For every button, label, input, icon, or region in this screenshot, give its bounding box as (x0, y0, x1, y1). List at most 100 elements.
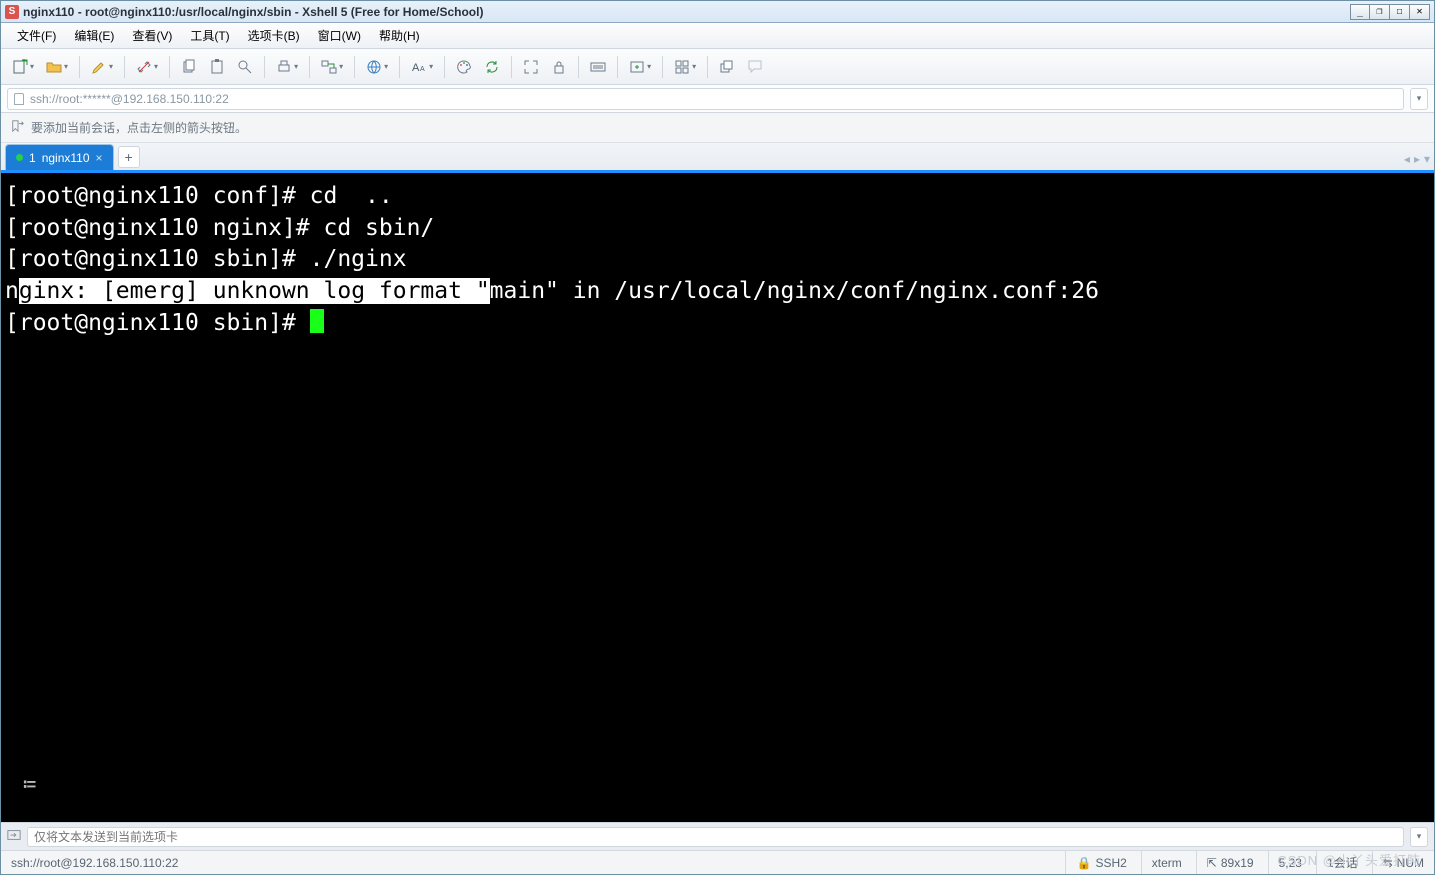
menu-view[interactable]: 查看(V) (124, 24, 180, 47)
status-protocol: 🔒 SSH2 (1065, 851, 1126, 874)
svg-text:A: A (420, 66, 425, 73)
toolbar-separator (707, 56, 708, 78)
new-session-button[interactable]: ▾ (7, 54, 39, 80)
close-button[interactable]: ✕ (1410, 4, 1430, 20)
add-tab-icon (629, 59, 645, 75)
terminal-cursor (310, 309, 324, 333)
palette-button[interactable] (451, 54, 477, 80)
status-cursor-pos: 5,23 (1268, 851, 1302, 874)
caps-icon: ⇆ (1383, 856, 1393, 870)
tab-nav: ◂ ▸ ▾ (1404, 152, 1430, 170)
toolbar-separator (264, 56, 265, 78)
window-title: nginx110 - root@nginx110:/usr/local/ngin… (23, 5, 1346, 19)
transfer-button[interactable]: ▾ (316, 54, 348, 80)
highlight-icon (91, 59, 107, 75)
tab-index: 1 (29, 151, 36, 165)
address-url: ssh://root:******@192.168.150.110:22 (30, 92, 229, 106)
transfer-icon (321, 59, 337, 75)
disconnect-button[interactable]: ▾ (131, 54, 163, 80)
tab-add-button[interactable]: + (118, 146, 140, 168)
status-bar: ssh://root@192.168.150.110:22 🔒 SSH2 xte… (1, 850, 1434, 874)
font-size-icon: AA (411, 59, 427, 75)
menu-tabs[interactable]: 选项卡(B) (240, 24, 308, 47)
terminal-line: [root@nginx110 sbin]# ./nginx (5, 244, 1430, 276)
highlight-button[interactable]: ▾ (86, 54, 118, 80)
tab-list-button[interactable]: ▾ (1424, 152, 1430, 166)
refresh-button[interactable] (479, 54, 505, 80)
fullscreen-icon (523, 59, 539, 75)
globe-button[interactable]: ▾ (361, 54, 393, 80)
lock-button[interactable] (546, 54, 572, 80)
lock-small-icon (14, 93, 24, 105)
terminal-list-icon: ≔ (23, 770, 38, 800)
keyboard-button[interactable] (585, 54, 611, 80)
open-button[interactable]: ▾ (41, 54, 73, 80)
maximize-button[interactable]: ☐ (1390, 4, 1410, 20)
status-term-size: ⇱ 89x19 (1196, 851, 1254, 874)
tab-status-dot-icon (16, 154, 23, 161)
ssh-lock-icon: 🔒 (1076, 856, 1091, 870)
cascade-icon (719, 59, 735, 75)
toolbar-separator (511, 56, 512, 78)
find-button[interactable] (232, 54, 258, 80)
menu-bar: 文件(F) 编辑(E) 查看(V) 工具(T) 选项卡(B) 窗口(W) 帮助(… (1, 23, 1434, 49)
add-tab-button[interactable]: ▾ (624, 54, 656, 80)
send-command-icon[interactable] (7, 828, 21, 845)
folder-open-icon (46, 59, 62, 75)
hint-bar: 要添加当前会话，点击左侧的箭头按钮。 (1, 113, 1434, 143)
menu-edit[interactable]: 编辑(E) (66, 24, 122, 47)
print-button[interactable]: ▾ (271, 54, 303, 80)
terminal-area[interactable]: [root@nginx110 conf]# cd ..[root@nginx11… (1, 173, 1434, 822)
paste-button[interactable] (204, 54, 230, 80)
tab-label: nginx110 (42, 151, 90, 165)
help-tip-icon (747, 59, 763, 75)
new-session-icon (12, 59, 28, 75)
minimize-button[interactable]: _ (1350, 4, 1370, 20)
toolbar-separator (399, 56, 400, 78)
status-caps: ⇆ NUM (1372, 851, 1424, 874)
command-bar: ▾ (1, 822, 1434, 850)
tab-prev-button[interactable]: ◂ (1404, 152, 1410, 166)
copy-icon (181, 59, 197, 75)
help-tip-button[interactable] (742, 54, 768, 80)
command-target-button[interactable]: ▾ (1410, 827, 1428, 847)
menu-window[interactable]: 窗口(W) (310, 24, 369, 47)
tab-next-button[interactable]: ▸ (1414, 152, 1420, 166)
title-bar: nginx110 - root@nginx110:/usr/local/ngin… (1, 1, 1434, 23)
toolbar-separator (309, 56, 310, 78)
layout-button[interactable]: ▾ (669, 54, 701, 80)
print-icon (276, 59, 292, 75)
address-history-button[interactable]: ▾ (1410, 88, 1428, 110)
address-bar: ssh://root:******@192.168.150.110:22 ▾ (1, 85, 1434, 113)
address-field[interactable]: ssh://root:******@192.168.150.110:22 (7, 88, 1404, 110)
toolbar-separator (124, 56, 125, 78)
status-session-count: 1会话 (1316, 851, 1358, 874)
session-tab[interactable]: 1 nginx110 × (5, 144, 114, 170)
tab-bar: 1 nginx110 × + ◂ ▸ ▾ (1, 143, 1434, 173)
menu-file[interactable]: 文件(F) (9, 24, 64, 47)
bookmark-arrow-icon[interactable] (11, 119, 25, 136)
toolbar-separator (444, 56, 445, 78)
keyboard-icon (590, 59, 606, 75)
toolbar-separator (354, 56, 355, 78)
restore-button[interactable]: ❐ (1370, 4, 1390, 20)
disconnect-icon (136, 59, 152, 75)
terminal-line: [root@nginx110 nginx]# cd sbin/ (5, 213, 1430, 245)
app-icon (5, 5, 19, 19)
fullscreen-button[interactable] (518, 54, 544, 80)
lock-icon (551, 59, 567, 75)
menu-help[interactable]: 帮助(H) (371, 24, 428, 47)
status-connection: ssh://root@192.168.150.110:22 (11, 856, 178, 870)
command-input[interactable] (27, 827, 1404, 847)
status-term-type: xterm (1141, 851, 1182, 874)
svg-text:A: A (412, 62, 420, 74)
layout-icon (674, 59, 690, 75)
hint-text: 要添加当前会话，点击左侧的箭头按钮。 (31, 119, 247, 136)
menu-tools[interactable]: 工具(T) (182, 24, 237, 47)
palette-icon (456, 59, 472, 75)
tab-close-icon[interactable]: × (96, 151, 103, 165)
toolbar-separator (617, 56, 618, 78)
copy-button[interactable] (176, 54, 202, 80)
cascade-button[interactable] (714, 54, 740, 80)
font-size-button[interactable]: AA▾ (406, 54, 438, 80)
